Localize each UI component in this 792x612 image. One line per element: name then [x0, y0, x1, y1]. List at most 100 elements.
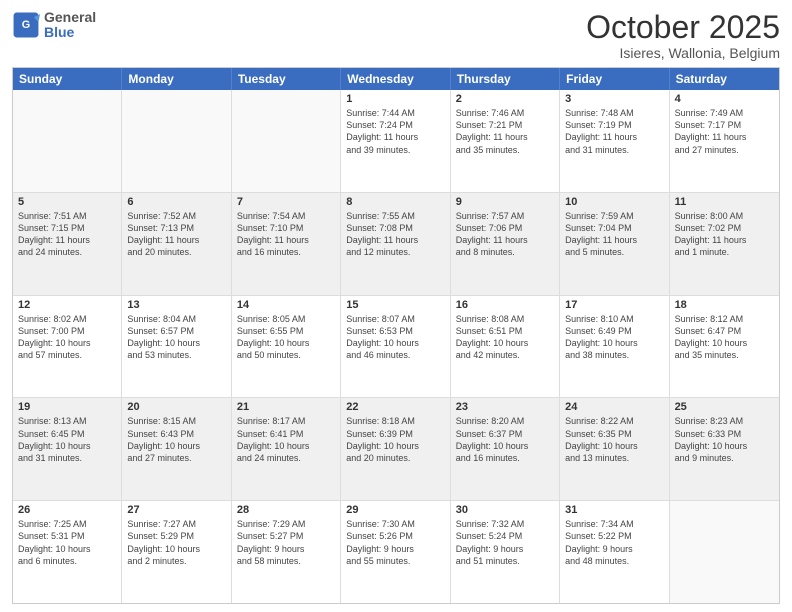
day-info: Sunrise: 7:29 AM Sunset: 5:27 PM Dayligh…: [237, 518, 335, 567]
day-cell-12: 12 Sunrise: 8:02 AM Sunset: 7:00 PM Dayli…: [13, 296, 122, 398]
week-row-1: 1 Sunrise: 7:44 AM Sunset: 7:24 PM Daylig…: [13, 90, 779, 193]
day-number: 25: [675, 401, 774, 413]
day-headers: SundayMondayTuesdayWednesdayThursdayFrid…: [13, 68, 779, 90]
day-cell-15: 15Sunrise: 8:07 AM Sunset: 6:53 PM Dayli…: [341, 296, 450, 398]
day-info: Sunrise: 7:27 AM Sunset: 5:29 PM Dayligh…: [127, 518, 225, 567]
day-cell-empty: [232, 90, 341, 192]
day-number: 13: [127, 299, 225, 311]
day-number: 10: [565, 196, 663, 208]
day-cell-2: 2 Sunrise: 7:46 AM Sunset: 7:21 PM Daylig…: [451, 90, 560, 192]
day-header-tuesday: Tuesday: [232, 68, 341, 90]
day-cell-26: 26 Sunrise: 7:25 AM Sunset: 5:31 PM Dayli…: [13, 501, 122, 603]
week-row-3: 12 Sunrise: 8:02 AM Sunset: 7:00 PM Dayli…: [13, 296, 779, 399]
day-cell-7: 7 Sunrise: 7:54 AM Sunset: 7:10 PM Daylig…: [232, 193, 341, 295]
day-number: 27: [127, 504, 225, 516]
logo-blue: Blue: [44, 24, 74, 40]
day-info: Sunrise: 7:51 AM Sunset: 7:15 PM Dayligh…: [18, 210, 116, 259]
day-header-saturday: Saturday: [670, 68, 779, 90]
day-cell-19: 19Sunrise: 8:13 AM Sunset: 6:45 PM Dayli…: [13, 398, 122, 500]
day-number: 28: [237, 504, 335, 516]
day-info: Sunrise: 8:08 AM Sunset: 6:51 PM Dayligh…: [456, 313, 554, 362]
day-number: 23: [456, 401, 554, 413]
day-cell-empty: [13, 90, 122, 192]
svg-text:G: G: [22, 20, 30, 32]
day-cell-29: 29Sunrise: 7:30 AM Sunset: 5:26 PM Dayli…: [341, 501, 450, 603]
day-cell-28: 28 Sunrise: 7:29 AM Sunset: 5:27 PM Dayli…: [232, 501, 341, 603]
day-info: Sunrise: 8:07 AM Sunset: 6:53 PM Dayligh…: [346, 313, 444, 362]
day-number: 4: [675, 93, 774, 105]
day-number: 8: [346, 196, 444, 208]
day-info: Sunrise: 7:54 AM Sunset: 7:10 PM Dayligh…: [237, 210, 335, 259]
header: G General Blue October 2025 Isieres, Wal…: [12, 10, 780, 61]
day-number: 17: [565, 299, 663, 311]
day-info: Sunrise: 7:46 AM Sunset: 7:21 PM Dayligh…: [456, 107, 554, 156]
day-info: Sunrise: 8:02 AM Sunset: 7:00 PM Dayligh…: [18, 313, 116, 362]
week-row-5: 26 Sunrise: 7:25 AM Sunset: 5:31 PM Dayli…: [13, 501, 779, 603]
day-header-monday: Monday: [122, 68, 231, 90]
day-number: 12: [18, 299, 116, 311]
month-title: October 2025: [586, 10, 780, 45]
day-info: Sunrise: 7:34 AM Sunset: 5:22 PM Dayligh…: [565, 518, 663, 567]
day-cell-16: 16 Sunrise: 8:08 AM Sunset: 6:51 PM Dayli…: [451, 296, 560, 398]
week-row-2: 5 Sunrise: 7:51 AM Sunset: 7:15 PM Daylig…: [13, 193, 779, 296]
day-cell-20: 20Sunrise: 8:15 AM Sunset: 6:43 PM Dayli…: [122, 398, 231, 500]
subtitle: Isieres, Wallonia, Belgium: [586, 45, 780, 61]
day-cell-22: 22 Sunrise: 8:18 AM Sunset: 6:39 PM Dayli…: [341, 398, 450, 500]
day-info: Sunrise: 7:52 AM Sunset: 7:13 PM Dayligh…: [127, 210, 225, 259]
day-number: 26: [18, 504, 116, 516]
day-cell-10: 10 Sunrise: 7:59 AM Sunset: 7:04 PM Dayli…: [560, 193, 669, 295]
day-number: 3: [565, 93, 663, 105]
day-cell-31: 31Sunrise: 7:34 AM Sunset: 5:22 PM Dayli…: [560, 501, 669, 603]
day-cell-1: 1 Sunrise: 7:44 AM Sunset: 7:24 PM Daylig…: [341, 90, 450, 192]
day-number: 22: [346, 401, 444, 413]
day-cell-8: 8 Sunrise: 7:55 AM Sunset: 7:08 PM Daylig…: [341, 193, 450, 295]
day-number: 6: [127, 196, 225, 208]
day-info: Sunrise: 7:32 AM Sunset: 5:24 PM Dayligh…: [456, 518, 554, 567]
day-info: Sunrise: 7:48 AM Sunset: 7:19 PM Dayligh…: [565, 107, 663, 156]
day-cell-9: 9Sunrise: 7:57 AM Sunset: 7:06 PM Daylig…: [451, 193, 560, 295]
day-header-sunday: Sunday: [13, 68, 122, 90]
logo-general: General: [44, 9, 96, 25]
day-info: Sunrise: 7:59 AM Sunset: 7:04 PM Dayligh…: [565, 210, 663, 259]
calendar: SundayMondayTuesdayWednesdayThursdayFrid…: [12, 67, 780, 604]
day-cell-13: 13 Sunrise: 8:04 AM Sunset: 6:57 PM Dayli…: [122, 296, 231, 398]
day-cell-30: 30Sunrise: 7:32 AM Sunset: 5:24 PM Dayli…: [451, 501, 560, 603]
day-cell-empty: [670, 501, 779, 603]
day-number: 16: [456, 299, 554, 311]
calendar-container: G General Blue October 2025 Isieres, Wal…: [0, 0, 792, 612]
day-info: Sunrise: 7:25 AM Sunset: 5:31 PM Dayligh…: [18, 518, 116, 567]
day-info: Sunrise: 8:13 AM Sunset: 6:45 PM Dayligh…: [18, 415, 116, 464]
day-info: Sunrise: 7:44 AM Sunset: 7:24 PM Dayligh…: [346, 107, 444, 156]
day-info: Sunrise: 7:30 AM Sunset: 5:26 PM Dayligh…: [346, 518, 444, 567]
day-number: 2: [456, 93, 554, 105]
day-info: Sunrise: 7:49 AM Sunset: 7:17 PM Dayligh…: [675, 107, 774, 156]
day-number: 21: [237, 401, 335, 413]
day-number: 14: [237, 299, 335, 311]
day-number: 24: [565, 401, 663, 413]
day-info: Sunrise: 8:18 AM Sunset: 6:39 PM Dayligh…: [346, 415, 444, 464]
day-cell-empty: [122, 90, 231, 192]
day-number: 11: [675, 196, 774, 208]
logo: G General Blue: [12, 10, 96, 41]
day-number: 1: [346, 93, 444, 105]
day-cell-6: 6 Sunrise: 7:52 AM Sunset: 7:13 PM Daylig…: [122, 193, 231, 295]
day-cell-27: 27 Sunrise: 7:27 AM Sunset: 5:29 PM Dayli…: [122, 501, 231, 603]
day-cell-25: 25Sunrise: 8:23 AM Sunset: 6:33 PM Dayli…: [670, 398, 779, 500]
day-info: Sunrise: 8:17 AM Sunset: 6:41 PM Dayligh…: [237, 415, 335, 464]
week-row-4: 19Sunrise: 8:13 AM Sunset: 6:45 PM Dayli…: [13, 398, 779, 501]
day-cell-18: 18Sunrise: 8:12 AM Sunset: 6:47 PM Dayli…: [670, 296, 779, 398]
day-cell-23: 23Sunrise: 8:20 AM Sunset: 6:37 PM Dayli…: [451, 398, 560, 500]
day-cell-4: 4 Sunrise: 7:49 AM Sunset: 7:17 PM Daylig…: [670, 90, 779, 192]
day-header-thursday: Thursday: [451, 68, 560, 90]
day-info: Sunrise: 8:22 AM Sunset: 6:35 PM Dayligh…: [565, 415, 663, 464]
day-cell-24: 24 Sunrise: 8:22 AM Sunset: 6:35 PM Dayli…: [560, 398, 669, 500]
day-header-wednesday: Wednesday: [341, 68, 450, 90]
day-number: 7: [237, 196, 335, 208]
day-info: Sunrise: 7:55 AM Sunset: 7:08 PM Dayligh…: [346, 210, 444, 259]
day-info: Sunrise: 8:04 AM Sunset: 6:57 PM Dayligh…: [127, 313, 225, 362]
day-number: 9: [456, 196, 554, 208]
day-number: 20: [127, 401, 225, 413]
day-number: 5: [18, 196, 116, 208]
day-cell-3: 3 Sunrise: 7:48 AM Sunset: 7:19 PM Daylig…: [560, 90, 669, 192]
day-cell-17: 17Sunrise: 8:10 AM Sunset: 6:49 PM Dayli…: [560, 296, 669, 398]
